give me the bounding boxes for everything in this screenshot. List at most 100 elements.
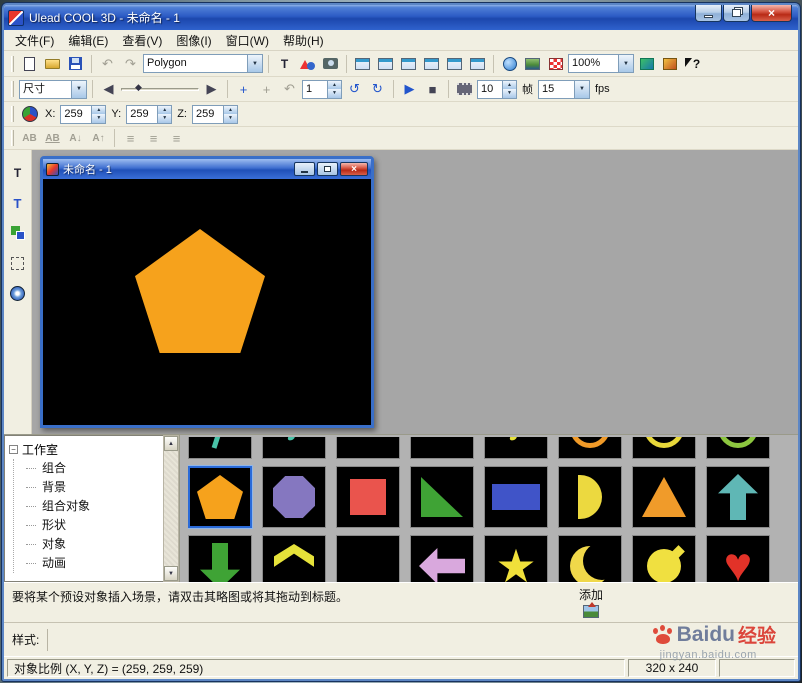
align-left-button[interactable]: ≡: [120, 128, 141, 148]
gallery-item-none[interactable]: [336, 437, 400, 459]
reverse-button[interactable]: ↶: [279, 79, 300, 99]
document-titlebar[interactable]: 未命名 - 1 ×: [43, 159, 371, 179]
spin-down-icon[interactable]: ▼: [328, 89, 341, 98]
play-button[interactable]: ▶: [399, 79, 420, 99]
insert-graphics-button[interactable]: [297, 54, 318, 74]
gallery-item-chevron[interactable]: [262, 535, 326, 582]
current-frame-spinner[interactable]: 1 ▲ ▼: [302, 79, 342, 99]
document-maximize-button[interactable]: [317, 162, 338, 176]
canvas[interactable]: [43, 179, 371, 425]
text-style-button-1[interactable]: AB: [19, 128, 40, 148]
stop-button[interactable]: ■: [422, 79, 443, 99]
delete-keyframe-button[interactable]: +: [256, 79, 277, 99]
tree-scrollbar[interactable]: ▲ ▼: [163, 435, 179, 582]
frame-slider[interactable]: ◆: [121, 81, 199, 97]
gallery-item-triangle[interactable]: [632, 466, 696, 528]
gallery-item-ring[interactable]: [632, 437, 696, 459]
object-manager-tool[interactable]: [7, 222, 29, 244]
transparency-button[interactable]: [545, 54, 566, 74]
add-icon[interactable]: [583, 602, 599, 618]
x-spinner[interactable]: 259 ▲ ▼: [60, 104, 107, 124]
spin-down-icon[interactable]: ▼: [92, 114, 106, 123]
spin-up-icon[interactable]: ▲: [223, 105, 237, 114]
dropdown-icon[interactable]: ▼: [71, 80, 86, 98]
background-image-button[interactable]: [522, 54, 543, 74]
slider-thumb-icon[interactable]: ◆: [135, 82, 142, 93]
restore-button[interactable]: [723, 5, 750, 22]
tree-item-composite-objects[interactable]: 组合对象: [14, 497, 163, 516]
titlebar[interactable]: Ulead COOL 3D - 未命名 - 1 ×: [4, 5, 798, 30]
spin-up-icon[interactable]: ▲: [328, 80, 341, 89]
text-spacing-up-button[interactable]: A↑: [88, 128, 109, 148]
insert-image-button[interactable]: [320, 54, 341, 74]
spin-up-icon[interactable]: ▲: [92, 105, 106, 114]
easypalette-tool[interactable]: [7, 282, 29, 304]
gallery-item-ring[interactable]: [706, 437, 770, 459]
z-spinner[interactable]: 259 ▲ ▼: [191, 104, 238, 124]
gallery-item-none[interactable]: [410, 437, 474, 459]
open-button[interactable]: [42, 54, 63, 74]
size-combo[interactable]: 尺寸 ▼: [19, 79, 87, 99]
tree-item-animation[interactable]: 动画: [14, 554, 163, 573]
gallery-item-square[interactable]: [336, 466, 400, 528]
toggle-toolbar-button-3[interactable]: [398, 54, 419, 74]
scroll-down-icon[interactable]: ▼: [164, 566, 178, 581]
scroll-up-icon[interactable]: ▲: [164, 436, 178, 451]
y-spinner[interactable]: 259 ▲ ▼: [126, 104, 173, 124]
menu-window[interactable]: 窗口(W): [219, 30, 276, 51]
tree-item-background[interactable]: 背景: [14, 478, 163, 497]
menu-image[interactable]: 图像(I): [169, 30, 218, 51]
toolbar-grip[interactable]: [11, 81, 14, 97]
dropdown-icon[interactable]: ▼: [574, 80, 589, 98]
minimize-button[interactable]: [695, 5, 722, 22]
spin-up-icon[interactable]: ▲: [503, 80, 516, 89]
total-frames-spinner[interactable]: 10 ▲ ▼: [477, 79, 517, 99]
render-button[interactable]: [659, 54, 680, 74]
add-keyframe-button[interactable]: +: [233, 79, 254, 99]
insert-text-button[interactable]: T: [274, 54, 295, 74]
dropdown-icon[interactable]: ▼: [247, 55, 262, 72]
add-block[interactable]: 添加: [579, 586, 603, 618]
spin-down-icon[interactable]: ▼: [503, 89, 516, 98]
tree-item-composition[interactable]: 组合: [14, 459, 163, 478]
zoom-combo[interactable]: 100% ▼: [568, 54, 634, 73]
gallery-item-octagon[interactable]: [262, 466, 326, 528]
gallery-item-ring[interactable]: [558, 437, 622, 459]
text-spacing-down-button[interactable]: A↓: [65, 128, 86, 148]
gallery-item-heart[interactable]: ♥: [706, 535, 770, 582]
toolbar-grip[interactable]: [11, 55, 14, 72]
export-button[interactable]: [636, 54, 657, 74]
menu-view[interactable]: 查看(V): [115, 30, 169, 51]
menu-file[interactable]: 文件(F): [8, 30, 61, 51]
pentagon-object[interactable]: [135, 229, 265, 353]
document-minimize-button[interactable]: [294, 162, 315, 176]
spin-down-icon[interactable]: ▼: [158, 114, 172, 123]
gallery-item-rectangle[interactable]: [484, 466, 548, 528]
align-right-button[interactable]: ≡: [166, 128, 187, 148]
gallery-item-arrow-up[interactable]: [706, 466, 770, 528]
dropdown-icon[interactable]: ▼: [618, 55, 633, 72]
web-button[interactable]: [499, 54, 520, 74]
undo-button[interactable]: ↶: [97, 54, 118, 74]
toolbar-grip[interactable]: [11, 106, 14, 122]
rotate-right-button[interactable]: ↻: [367, 79, 388, 99]
toggle-toolbar-button-4[interactable]: [421, 54, 442, 74]
gallery-item-star[interactable]: ★: [484, 535, 548, 582]
gallery-item-pentagon[interactable]: [188, 466, 252, 528]
gallery-item-slash[interactable]: [188, 437, 252, 459]
gallery-item-note[interactable]: ♪: [484, 437, 548, 459]
tree-item-objects[interactable]: 对象: [14, 535, 163, 554]
film-button[interactable]: [454, 79, 475, 99]
gallery-item-lemon[interactable]: [632, 535, 696, 582]
rotate-left-button[interactable]: ↺: [344, 79, 365, 99]
redo-button[interactable]: ↷: [120, 54, 141, 74]
first-frame-button[interactable]: ◀: [98, 79, 119, 99]
gallery-item-arrow-left[interactable]: [410, 535, 474, 582]
spin-up-icon[interactable]: ▲: [158, 105, 172, 114]
selection-tool[interactable]: [7, 252, 29, 274]
gallery-item-crescent[interactable]: [558, 535, 622, 582]
close-button[interactable]: ×: [751, 5, 792, 22]
context-help-button[interactable]: ?: [682, 54, 703, 74]
toggle-toolbar-button-5[interactable]: [444, 54, 465, 74]
insert-text-tool[interactable]: T: [7, 192, 29, 214]
